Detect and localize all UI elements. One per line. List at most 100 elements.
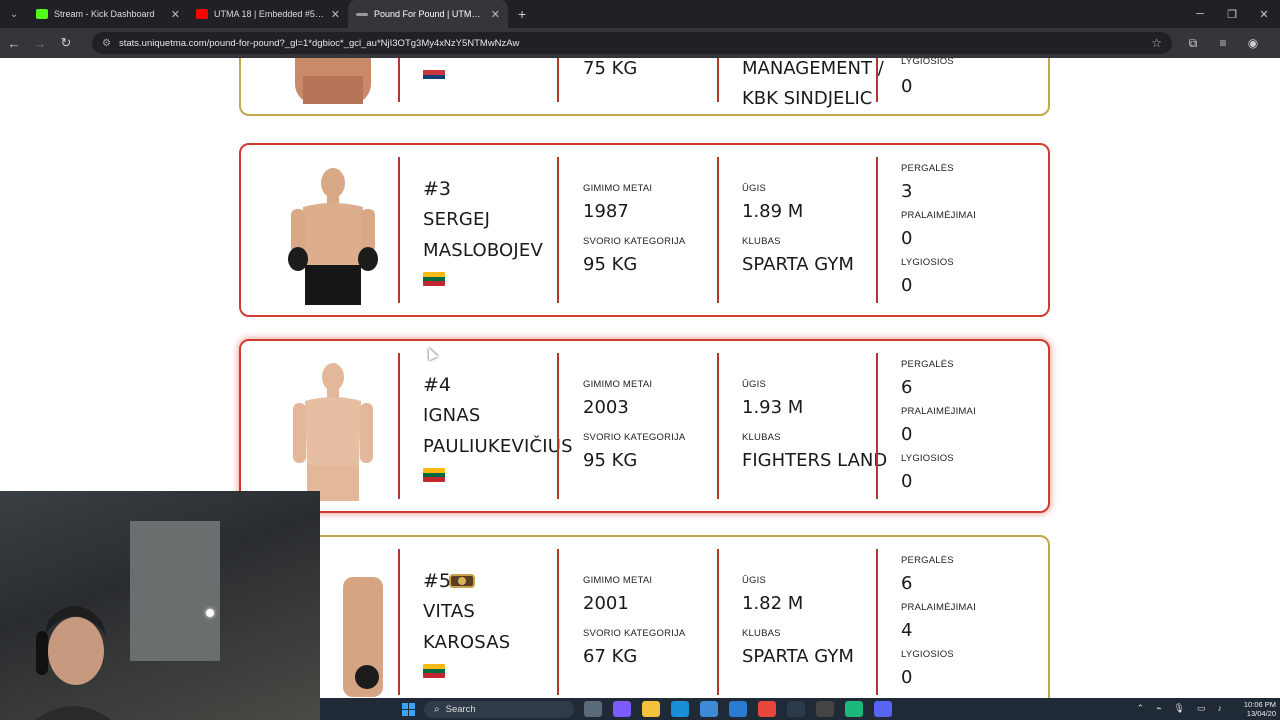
discord-icon[interactable] <box>874 701 892 717</box>
fighter-first-name: IGNAS <box>423 405 481 426</box>
club-label: KLUBAS <box>742 628 781 639</box>
fighter-first-name: SERGEJ <box>423 209 491 230</box>
display-icon[interactable]: ▭ <box>1197 703 1206 714</box>
tab-utma-embedded[interactable]: UTMA 18 | Embedded #5: Mas ✕ <box>188 0 348 28</box>
club-value: FIGHTERS LAND <box>742 450 888 471</box>
club-value: KBK SINDJELIC <box>742 88 873 109</box>
losses-value: 0 <box>901 228 913 249</box>
page-favicon-icon <box>356 12 368 16</box>
network-icon[interactable]: ⌁ <box>1156 703 1161 714</box>
birth-year-value: 2003 <box>583 397 629 418</box>
fighter-silhouette-icon <box>293 363 373 501</box>
webcam-light <box>206 609 214 617</box>
fighter-silhouette-icon <box>295 58 371 104</box>
volume-icon[interactable]: ♪ <box>1218 703 1223 714</box>
draws-label: LYGIOSIOS <box>901 453 954 464</box>
mail-icon[interactable] <box>729 701 747 717</box>
birth-year-label: GIMIMO METAI <box>583 379 653 390</box>
fighter-card[interactable]: #3 SERGEJ MASLOBOJEV GIMIMO METAI 1987 S… <box>239 143 1050 317</box>
start-button-icon[interactable] <box>402 703 415 716</box>
profile-icon[interactable]: ◉ <box>1238 36 1268 51</box>
wins-label: PERGALĖS <box>901 359 954 370</box>
extensions-icon[interactable]: ⧉ <box>1178 36 1208 51</box>
kick-favicon-icon <box>36 9 48 19</box>
fighter-card-partial[interactable]: 75 KG MANAGEMENT / KBK SINDJELIC LYGIOSI… <box>239 58 1050 116</box>
weight-value: 67 KG <box>583 646 638 667</box>
wins-label: PERGALĖS <box>901 163 954 174</box>
chrome-icon[interactable] <box>758 701 776 717</box>
wins-value: 6 <box>901 573 913 594</box>
tab-title: UTMA 18 | Embedded #5: Mas <box>214 9 325 19</box>
wins-value: 3 <box>901 181 913 202</box>
fighter-rank: #3 <box>423 178 452 200</box>
weight-class-label: SVORIO KATEGORIJA <box>583 628 686 639</box>
app-icon[interactable] <box>845 701 863 717</box>
wins-label: PERGALĖS <box>901 555 954 566</box>
fighter-first-name: VITAS <box>423 601 475 622</box>
close-tab-icon[interactable]: ✕ <box>171 8 180 21</box>
losses-label: PRALAIMĖJIMAI <box>901 210 976 221</box>
steam-icon[interactable] <box>787 701 805 717</box>
streamer-silhouette-icon <box>35 606 112 720</box>
club-value: SPARTA GYM <box>742 254 854 275</box>
webcam-overlay <box>0 491 320 720</box>
flag-lithuania-icon <box>423 468 445 482</box>
new-tab-button[interactable]: + <box>508 6 536 22</box>
search-placeholder: Search <box>445 704 476 715</box>
weight-value: 95 KG <box>583 450 638 471</box>
close-tab-icon[interactable]: ✕ <box>491 8 500 21</box>
bookmark-star-icon[interactable]: ☆ <box>1151 36 1162 50</box>
system-tray: ⌃ ⌁ 🎙 ▭ ♪ <box>1125 703 1222 714</box>
media-control-icon[interactable]: ≡ <box>1208 36 1238 51</box>
site-info-icon[interactable]: ⚙ <box>102 38 111 49</box>
weight-class-label: SVORIO KATEGORIJA <box>583 236 686 247</box>
fighter-card[interactable]: #4 IGNAS PAULIUKEVIČIUS GIMIMO METAI 200… <box>239 339 1050 513</box>
tab-search-button[interactable]: ⌄ <box>0 0 28 28</box>
draws-label: LYGIOSIOS <box>901 649 954 660</box>
address-bar: ← → ↻ ⚙ stats.uniquetma.com/pound-for-po… <box>0 28 1280 58</box>
tab-pound-for-pound[interactable]: Pound For Pound | UTMA Stats ✕ <box>348 0 508 28</box>
restore-icon[interactable]: ❐ <box>1216 0 1248 28</box>
file-explorer-icon[interactable] <box>642 701 660 717</box>
close-tab-icon[interactable]: ✕ <box>331 8 340 21</box>
tab-kick-dashboard[interactable]: Stream - Kick Dashboard ✕ <box>28 0 188 28</box>
wins-value: 6 <box>901 377 913 398</box>
losses-label: PRALAIMĖJIMAI <box>901 602 976 613</box>
birth-year-label: GIMIMO METAI <box>583 183 653 194</box>
back-icon[interactable]: ← <box>2 31 26 55</box>
fighter-photo <box>257 157 397 305</box>
forward-icon[interactable]: → <box>28 31 52 55</box>
taskbar-clock[interactable]: 10:06 PM 13/04/20 <box>1226 700 1276 718</box>
flag-lithuania-icon <box>423 272 445 286</box>
taskbar-search[interactable]: ⌕ Search <box>424 701 574 718</box>
windows-taskbar: ⌕ Search ⌃ ⌁ 🎙 ▭ ♪ 10:06 PM 13/04/20 <box>320 698 1280 720</box>
obs-icon[interactable] <box>816 701 834 717</box>
fighter-last-name: MASLOBOJEV <box>423 240 544 261</box>
weight-value: 75 KG <box>583 58 638 79</box>
url-field[interactable]: ⚙ stats.uniquetma.com/pound-for-pound?_g… <box>92 32 1172 54</box>
close-window-icon[interactable]: ✕ <box>1248 0 1280 28</box>
minimize-icon[interactable]: ─ <box>1184 0 1216 28</box>
edge-icon[interactable] <box>671 701 689 717</box>
task-view-icon[interactable] <box>584 701 602 717</box>
copilot-icon[interactable] <box>613 701 631 717</box>
reload-icon[interactable]: ↻ <box>54 31 78 55</box>
draws-value: 0 <box>901 667 913 688</box>
club-label: KLUBAS <box>742 236 781 247</box>
club-value: SPARTA GYM <box>742 646 854 667</box>
losses-value: 4 <box>901 620 913 641</box>
clock-date: 13/04/20 <box>1246 709 1276 718</box>
microphone-icon[interactable]: 🎙 <box>1174 703 1185 714</box>
store-icon[interactable] <box>700 701 718 717</box>
height-label: ŪGIS <box>742 379 767 390</box>
browser-tab-bar: ⌄ Stream - Kick Dashboard ✕ UTMA 18 | Em… <box>0 0 1280 28</box>
tray-chevron-icon[interactable]: ⌃ <box>1137 703 1145 714</box>
url-text: stats.uniquetma.com/pound-for-pound?_gl=… <box>118 37 520 49</box>
weight-class-label: SVORIO KATEGORIJA <box>583 432 686 443</box>
losses-value: 0 <box>901 424 913 445</box>
tab-title: Pound For Pound | UTMA Stats <box>374 9 485 19</box>
search-icon: ⌕ <box>434 704 440 715</box>
height-value: 1.82 M <box>742 593 804 614</box>
fighter-card[interactable]: #5 VITAS KAROSAS GIMIMO METAI 2001 SVORI… <box>239 535 1050 698</box>
draws-value: 0 <box>901 275 913 296</box>
